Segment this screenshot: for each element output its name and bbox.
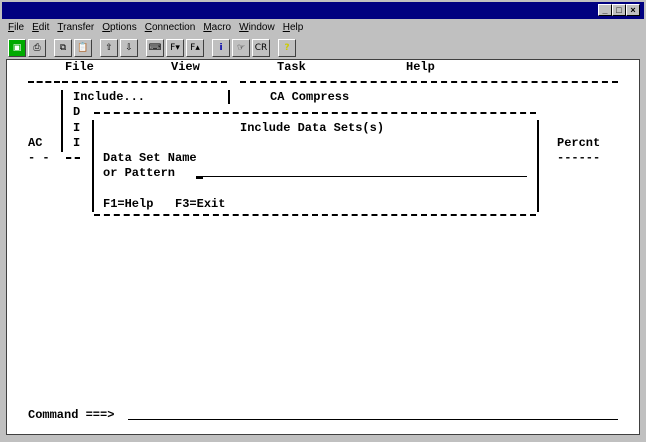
menu-file[interactable]: File — [4, 20, 28, 36]
pulldown-border — [228, 90, 230, 104]
action-view[interactable]: View — [171, 60, 200, 74]
popup-border — [92, 120, 94, 212]
menu-macro[interactable]: Macro — [199, 20, 235, 36]
copy-icon[interactable]: ⧉ — [54, 39, 72, 57]
action-task[interactable]: Task — [277, 60, 306, 74]
action-file[interactable]: File — [65, 60, 94, 74]
dataset-label: Data Set Name — [103, 151, 197, 165]
pattern-label: or Pattern — [103, 166, 176, 180]
send-file-icon[interactable]: ⇧ — [100, 39, 118, 57]
pulldown-item-include[interactable]: Include... — [73, 90, 145, 104]
clear-icon[interactable]: CR — [252, 39, 270, 57]
app-title: CA Compress — [270, 90, 350, 104]
popup-border — [537, 120, 539, 212]
pulldown-item[interactable]: I — [73, 136, 80, 150]
column-header-ac: AC — [28, 136, 43, 150]
dataset-name-input[interactable] — [196, 163, 527, 177]
macro-icon[interactable]: ☞ — [232, 39, 250, 57]
minimize-button[interactable]: _ — [598, 4, 612, 16]
pulldown-item[interactable]: I — [73, 121, 80, 135]
info-icon[interactable]: i — [212, 39, 230, 57]
menu-options[interactable]: Options — [98, 20, 140, 36]
text-cursor — [196, 177, 203, 179]
menu-help[interactable]: Help — [279, 20, 308, 36]
menu-bar: File Edit Transfer Options Connection Ma… — [4, 20, 307, 36]
column-separator: - - — [28, 151, 50, 165]
column-header-percent: Percnt — [557, 136, 601, 150]
receive-file-icon[interactable]: ⇩ — [120, 39, 138, 57]
function-keys: F1=Help F3=Exit — [103, 197, 226, 211]
command-input[interactable] — [128, 406, 618, 420]
menu-connection[interactable]: Connection — [141, 20, 200, 36]
popup-border — [94, 214, 536, 216]
column-separator: ------ — [557, 151, 601, 165]
menu-window[interactable]: Window — [235, 20, 279, 36]
keyboard-map-icon[interactable]: ⌨ — [146, 39, 164, 57]
maximize-button[interactable]: □ — [612, 4, 626, 16]
toolbar: ▣ ⎙ ⧉ 📋 ⇧ ⇩ ⌨ F▾ F▴ i ☞ CR ? — [8, 38, 298, 58]
separator — [240, 81, 618, 83]
separator — [28, 81, 60, 83]
paste-icon[interactable]: 📋 — [74, 39, 92, 57]
display-icon[interactable]: ▣ — [8, 39, 26, 57]
pulldown-item[interactable]: D — [73, 105, 80, 119]
font-down-icon[interactable]: F▾ — [166, 39, 184, 57]
close-button[interactable]: × — [626, 4, 640, 16]
print-icon[interactable]: ⎙ — [28, 39, 46, 57]
popup-border — [94, 112, 536, 114]
popup-title: Include Data Sets(s) — [240, 121, 385, 135]
title-bar — [2, 2, 644, 19]
pulldown-border — [62, 81, 227, 83]
pulldown-border — [61, 90, 63, 152]
menu-transfer[interactable]: Transfer — [53, 20, 98, 36]
menu-edit[interactable]: Edit — [28, 20, 53, 36]
action-help[interactable]: Help — [406, 60, 435, 74]
help-icon[interactable]: ? — [278, 39, 296, 57]
pulldown-border — [66, 157, 80, 159]
font-up-icon[interactable]: F▴ — [186, 39, 204, 57]
command-label: Command ===> — [28, 408, 115, 422]
